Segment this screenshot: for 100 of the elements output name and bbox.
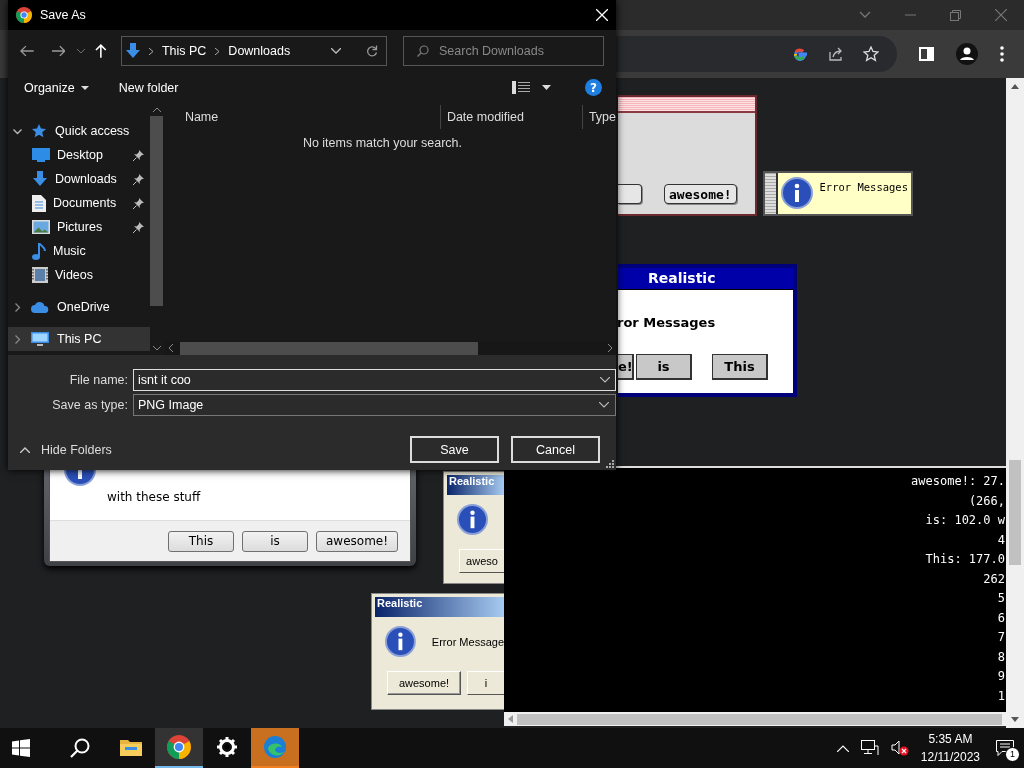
dialog-button[interactable]: awesome! bbox=[664, 184, 737, 204]
column-header[interactable]: Name bbox=[164, 105, 420, 129]
console-line: 7 bbox=[997, 629, 1005, 646]
nav-tree-item[interactable]: This PC bbox=[8, 327, 150, 351]
console-line: 5 bbox=[997, 590, 1005, 607]
back-arrow-icon[interactable] bbox=[20, 45, 34, 57]
new-folder-button[interactable]: New folder bbox=[112, 78, 185, 97]
dialog-button[interactable]: This bbox=[712, 354, 768, 380]
pictures-icon bbox=[32, 220, 50, 234]
file-name-field[interactable]: isnt it coo bbox=[133, 368, 616, 391]
edge-icon bbox=[263, 735, 287, 759]
dialog-button[interactable]: awesome! bbox=[316, 530, 398, 552]
info-icon bbox=[385, 626, 416, 657]
star-icon[interactable] bbox=[863, 46, 879, 62]
scrollbar-thumb[interactable] bbox=[179, 341, 478, 355]
clock-date[interactable]: 12/11/2023 bbox=[920, 748, 980, 766]
column-header[interactable]: Date modified bbox=[439, 105, 582, 129]
breadcrumb[interactable]: Downloads bbox=[228, 44, 291, 58]
dialog-button[interactable]: awesome! bbox=[387, 671, 461, 695]
window-title: Realistic bbox=[447, 475, 504, 495]
vertical-scrollbar[interactable] bbox=[1006, 78, 1024, 728]
scroll-down-icon[interactable] bbox=[152, 346, 161, 351]
nav-tree-item[interactable]: Downloads bbox=[8, 167, 150, 191]
clock-time[interactable]: 5:35 AM bbox=[928, 730, 973, 748]
profile-icon[interactable] bbox=[956, 43, 978, 65]
console-line: 4 bbox=[997, 531, 1005, 549]
help-button[interactable]: ? bbox=[585, 79, 602, 96]
cloud-icon bbox=[31, 301, 49, 313]
search-field[interactable]: Search Downloads bbox=[403, 36, 604, 66]
console-line: (266, bbox=[968, 492, 1005, 510]
google-icon[interactable] bbox=[791, 45, 809, 63]
nav-tree-item[interactable]: Pictures bbox=[8, 215, 150, 239]
scrollbar-thumb[interactable] bbox=[1009, 460, 1021, 565]
dialog-button[interactable]: This bbox=[168, 530, 234, 552]
resize-grip-icon[interactable] bbox=[606, 460, 614, 468]
film-icon bbox=[32, 267, 48, 283]
dialog-button[interactable]: e! bbox=[618, 354, 634, 380]
refresh-icon[interactable] bbox=[366, 45, 378, 57]
nav-tree-item[interactable]: Music bbox=[8, 239, 150, 263]
nav-tree-item[interactable]: Quick access bbox=[8, 119, 150, 143]
view-options-icon[interactable] bbox=[512, 81, 530, 94]
search-icon[interactable] bbox=[70, 738, 90, 758]
menu-icon[interactable] bbox=[1000, 46, 1004, 62]
organize-menu[interactable]: Organize bbox=[18, 78, 95, 97]
notification-icon[interactable] bbox=[996, 740, 1014, 756]
document-icon bbox=[32, 194, 46, 212]
chrome-icon bbox=[16, 7, 32, 23]
scroll-down-icon[interactable] bbox=[1011, 717, 1019, 722]
chevron-down-icon[interactable] bbox=[600, 376, 610, 383]
dialog-button[interactable] bbox=[618, 184, 642, 204]
nav-tree-item[interactable]: Documents bbox=[8, 191, 150, 215]
nav-tree-item[interactable]: Videos bbox=[8, 263, 150, 287]
chevron-right-icon[interactable] bbox=[13, 334, 22, 344]
scroll-right-icon[interactable] bbox=[608, 344, 613, 352]
drag-strip[interactable] bbox=[765, 173, 779, 214]
address-field[interactable]: This PC Downloads bbox=[120, 36, 387, 66]
dialog-button[interactable]: is bbox=[636, 354, 692, 380]
forward-arrow-icon[interactable] bbox=[51, 45, 66, 57]
horizontal-scrollbar[interactable] bbox=[504, 712, 1006, 726]
computer-icon bbox=[31, 331, 49, 347]
chrome-icon bbox=[167, 735, 191, 759]
scroll-left-icon[interactable] bbox=[167, 344, 173, 352]
window-title: Realistic bbox=[618, 268, 793, 290]
taskbar-app[interactable] bbox=[155, 728, 203, 768]
scrollbar-thumb[interactable] bbox=[517, 713, 1002, 725]
chevron-right-icon[interactable] bbox=[13, 302, 22, 312]
dialog-button[interactable]: is bbox=[242, 530, 308, 552]
side-panel-icon[interactable] bbox=[919, 47, 934, 61]
scroll-up-icon[interactable] bbox=[152, 107, 161, 112]
chevron-up-icon[interactable] bbox=[836, 744, 849, 752]
up-arrow-icon[interactable] bbox=[95, 44, 107, 58]
start-icon[interactable] bbox=[12, 739, 30, 757]
file-type-dropdown[interactable]: PNG Image bbox=[133, 393, 616, 416]
breadcrumb[interactable]: This PC bbox=[161, 44, 207, 58]
gear-icon bbox=[217, 737, 237, 757]
dialog-button[interactable]: Save bbox=[410, 436, 499, 463]
info-icon bbox=[457, 504, 488, 535]
share-icon[interactable] bbox=[828, 46, 844, 62]
dialog-button[interactable]: Cancel bbox=[511, 436, 600, 463]
column-header[interactable]: Type bbox=[581, 105, 616, 129]
nav-tree-item[interactable]: OneDrive bbox=[8, 295, 150, 319]
scroll-up-icon[interactable] bbox=[1011, 84, 1019, 89]
chevron-down-icon[interactable] bbox=[331, 48, 341, 54]
download-icon bbox=[125, 43, 140, 59]
volume-icon[interactable] bbox=[890, 740, 909, 756]
scrollbar-thumb[interactable] bbox=[150, 116, 164, 306]
window-title: Realistic bbox=[375, 597, 504, 617]
dialog-button[interactable]: i bbox=[467, 671, 504, 695]
caret-icon[interactable] bbox=[542, 85, 551, 90]
dialog-button[interactable]: aweso bbox=[459, 549, 504, 573]
console-line: 9 bbox=[997, 668, 1005, 685]
restore-icon[interactable] bbox=[950, 9, 961, 21]
nav-tree-item[interactable]: Desktop bbox=[8, 143, 150, 167]
console-line: 1 bbox=[997, 687, 1005, 705]
field-label: Save as type: bbox=[51, 397, 129, 412]
hide-folders-button[interactable]: Hide Folders bbox=[8, 442, 112, 457]
network-icon[interactable] bbox=[860, 740, 879, 756]
dialog-message: with these stuff bbox=[107, 490, 201, 504]
chevron-right-icon bbox=[148, 47, 153, 55]
chevron-down-icon[interactable] bbox=[13, 126, 22, 136]
